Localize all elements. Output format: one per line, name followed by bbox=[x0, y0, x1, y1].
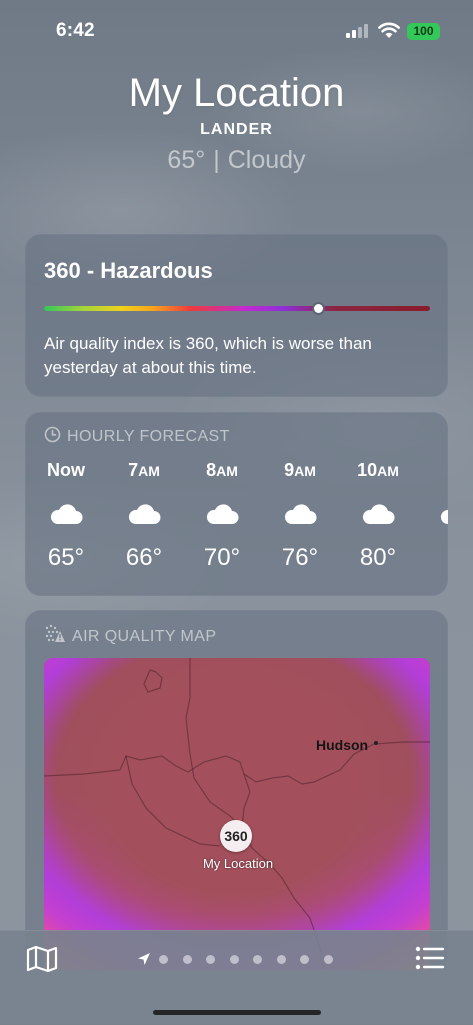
hourly-item: Now 65° bbox=[31, 460, 101, 572]
air-quality-card[interactable]: 360 - Hazardous Air quality index is 360… bbox=[25, 234, 448, 397]
air-quality-icon bbox=[44, 624, 66, 649]
hour-label: 8AM bbox=[206, 460, 238, 480]
page-dot[interactable] bbox=[229, 954, 239, 964]
page-dot[interactable] bbox=[182, 954, 192, 964]
town-label: Hudson bbox=[316, 737, 369, 753]
hour-temperature: 66° bbox=[125, 544, 163, 571]
hour-temperature: 65° bbox=[47, 544, 85, 571]
home-indicator[interactable] bbox=[153, 1010, 321, 1015]
page-dot[interactable] bbox=[323, 954, 333, 964]
battery-indicator: 100 bbox=[407, 23, 440, 40]
clock-icon bbox=[44, 426, 61, 448]
page-dot[interactable] bbox=[276, 954, 286, 964]
page-dot[interactable] bbox=[253, 954, 262, 964]
location-header: My Location LANDER 65° | Cloudy bbox=[0, 70, 473, 175]
cellular-signal-icon bbox=[346, 24, 370, 38]
aqi-scale-marker bbox=[314, 304, 324, 313]
air-quality-map-header: AIR QUALITY MAP bbox=[44, 624, 216, 649]
map-icon[interactable] bbox=[26, 944, 58, 974]
hour-temperature: 8 bbox=[421, 544, 448, 572]
cloud-icon bbox=[31, 502, 101, 530]
map-boundaries bbox=[44, 658, 430, 970]
hour-label: 1 bbox=[421, 460, 448, 484]
aqi-scale-bar bbox=[44, 306, 430, 311]
town-marker bbox=[374, 741, 378, 745]
location-pin-label: My Location bbox=[202, 856, 274, 871]
page-dot[interactable] bbox=[300, 954, 309, 964]
cloud-icon bbox=[265, 502, 335, 530]
status-time: 6:42 bbox=[56, 20, 95, 41]
air-quality-map-label: AIR QUALITY MAP bbox=[72, 627, 217, 645]
hour-temperature: 80° bbox=[359, 544, 397, 571]
hourly-item: 10AM 80° bbox=[343, 460, 413, 572]
hour-label: 7AM bbox=[128, 460, 160, 480]
hourly-forecast-label: HOURLY FORECAST bbox=[67, 428, 230, 445]
wifi-icon bbox=[378, 22, 400, 38]
air-quality-map-card[interactable]: AIR QUALITY MAP Hudson 360 My Location bbox=[25, 610, 448, 970]
current-conditions: 65° | Cloudy bbox=[0, 146, 473, 175]
page-dot[interactable] bbox=[206, 954, 215, 964]
hour-temperature: 76° bbox=[281, 544, 319, 571]
list-icon[interactable] bbox=[415, 945, 445, 971]
cloud-icon bbox=[421, 502, 448, 530]
hourly-forecast-header: HOURLY FORECAST bbox=[44, 426, 230, 448]
cloud-icon bbox=[343, 502, 413, 530]
hour-temperature: 70° bbox=[203, 544, 241, 571]
hour-label: 9AM bbox=[284, 460, 316, 480]
location-name: LANDER bbox=[200, 121, 273, 138]
hourly-item: 9AM 76° bbox=[265, 460, 335, 572]
hourly-item: 18 bbox=[421, 460, 448, 572]
hourly-item: 8AM 70° bbox=[187, 460, 257, 572]
conditions-separator: | bbox=[213, 146, 220, 174]
aqi-description: Air quality index is 360, which is worse… bbox=[44, 334, 372, 377]
location-aqi-pin[interactable]: 360 bbox=[220, 820, 252, 852]
page-title: My Location bbox=[128, 71, 345, 115]
cloud-icon bbox=[109, 502, 179, 530]
current-condition: Cloudy bbox=[227, 146, 306, 174]
hour-label: 10AM bbox=[357, 460, 399, 480]
hourly-forecast-list[interactable]: Now65°7AM66°8AM70°9AM76°10AM80°18 bbox=[25, 460, 448, 590]
aqi-title: 360 - Hazardous bbox=[44, 258, 213, 283]
status-bar: 6:42 100 bbox=[0, 0, 473, 60]
page-dot[interactable] bbox=[159, 954, 168, 964]
current-temperature: 65° bbox=[167, 146, 206, 174]
location-arrow-icon[interactable] bbox=[137, 952, 151, 966]
hourly-forecast-card[interactable]: HOURLY FORECAST Now 65° 7AM 66° 8AM 70° 9AM 76°… bbox=[25, 412, 448, 596]
air-quality-map[interactable]: Hudson 360 My Location bbox=[44, 658, 430, 970]
page-indicator[interactable] bbox=[137, 951, 347, 967]
cloud-icon bbox=[187, 502, 257, 530]
hour-label: Now bbox=[47, 460, 85, 480]
hourly-item: 7AM 66° bbox=[109, 460, 179, 572]
bottom-toolbar bbox=[0, 930, 473, 1025]
